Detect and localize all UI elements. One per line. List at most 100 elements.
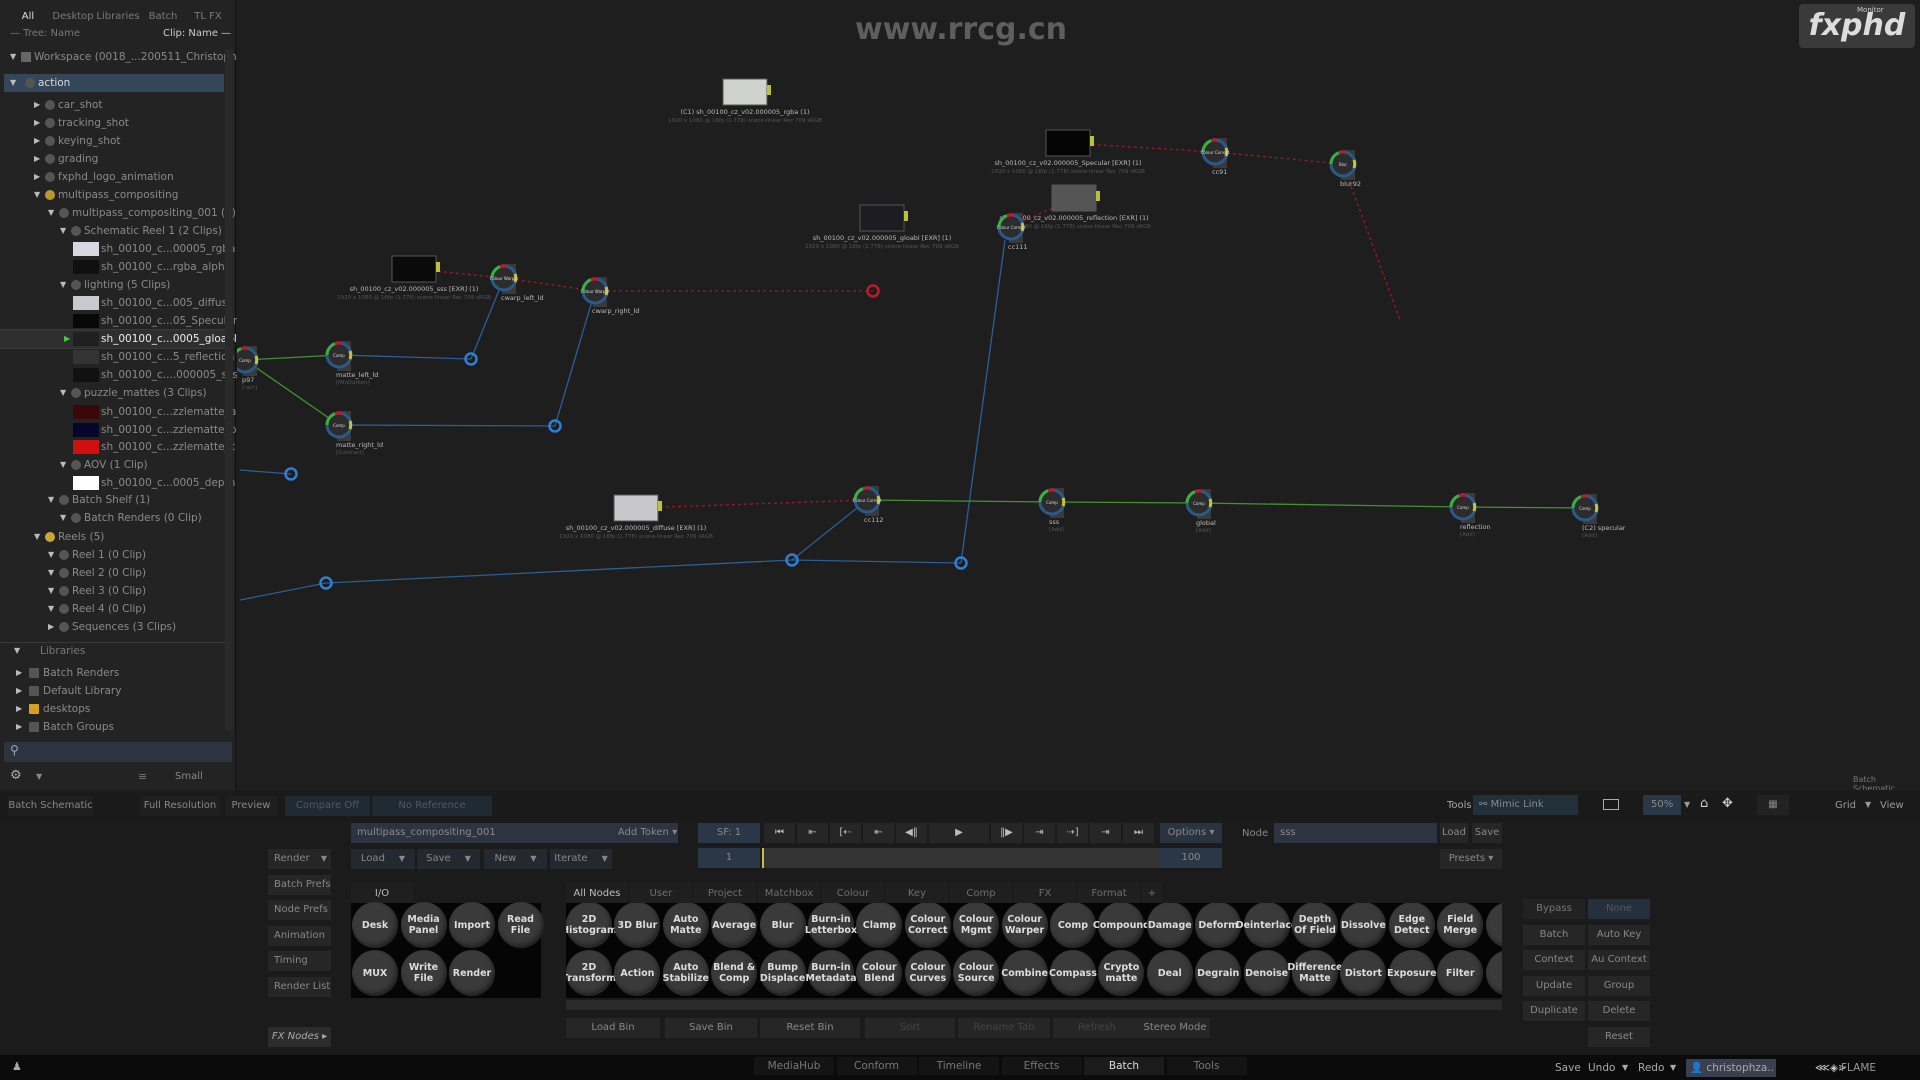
node-graph[interactable]: (C1) sh_00100_cz_v02.000005_rgba (1) 1920…	[237, 0, 1920, 790]
expand-arrow-icon[interactable]: ▼	[10, 48, 16, 66]
tree-sort-label[interactable]: — Tree: Name	[10, 28, 80, 39]
bin-tab-all-nodes[interactable]: All Nodes	[566, 883, 628, 905]
tree-scrollbar[interactable]	[225, 50, 233, 730]
output-socket[interactable]	[1096, 191, 1100, 201]
skip-end-icon[interactable]: ⏭	[1123, 823, 1154, 843]
redo-button[interactable]: Redo	[1638, 1059, 1664, 1077]
node-button-auto-key[interactable]: Auto Key	[1588, 924, 1650, 945]
tree-item[interactable]: ▼ Reel 1 (0 Clip)	[0, 546, 226, 564]
output-socket[interactable]	[767, 85, 771, 95]
fx-node-colour-blend[interactable]: Colour Blend	[856, 950, 903, 996]
blue-link[interactable]	[338, 354, 472, 360]
thumbnail-size-label[interactable]: Small	[175, 771, 203, 782]
node-info[interactable]: 1920 x 1080 @ 16fp (1.778) scene-linear …	[337, 295, 491, 301]
fx-node-auto-matte[interactable]: Auto Matte	[662, 903, 709, 948]
clip-item[interactable]: sh_00100_c...rgba_alpha	[0, 258, 231, 276]
front-socket[interactable]	[1006, 213, 1015, 218]
tool-node-mr[interactable]: Comp matte_right_ld[Subtract]	[325, 411, 383, 456]
expand-arrow-icon[interactable]: ▼	[48, 491, 54, 509]
bin-button-reset-bin[interactable]: Reset Bin	[760, 1018, 860, 1038]
front-socket[interactable]	[240, 346, 249, 351]
prev-key-icon[interactable]: ⇤	[797, 823, 828, 843]
blue-link[interactable]	[791, 499, 868, 561]
expand-arrow-icon[interactable]: ▼	[34, 186, 40, 204]
node-mode[interactable]: [Subtract]	[336, 450, 364, 456]
library-item[interactable]: ▶ Batch Renders	[0, 664, 226, 682]
view-tab-batch-schematic[interactable]: Batch Schematic	[8, 796, 93, 816]
node-mode[interactable]: [Add]	[1460, 532, 1475, 538]
fx-node-deform[interactable]: Deform	[1195, 903, 1242, 948]
library-tab-all[interactable]: All	[6, 6, 50, 28]
node-button-bypass[interactable]: Bypass	[1523, 899, 1585, 919]
output-socket[interactable]	[1090, 136, 1094, 146]
front-socket[interactable]	[334, 341, 343, 346]
fx-node-colour-source[interactable]: Colour Source	[953, 950, 1000, 996]
output-socket[interactable]	[254, 355, 259, 365]
tree-item[interactable]: ▶ car_shot	[0, 96, 226, 114]
library-tab-desktop[interactable]: Desktop	[51, 6, 95, 28]
node-name[interactable]: cc91	[1212, 168, 1227, 176]
node-type[interactable]: Comp	[333, 423, 345, 428]
node-type[interactable]: Comp	[1046, 500, 1058, 505]
collapse-arrow-icon[interactable]: ▶	[34, 168, 40, 186]
view-tab-preview[interactable]: Preview	[225, 796, 277, 816]
red-link[interactable]	[635, 499, 868, 509]
menu-iterate[interactable]: Iterate ▼	[550, 849, 612, 869]
fx-node-average[interactable]: Average	[711, 903, 758, 948]
green-link[interactable]	[1462, 506, 1586, 509]
expand-arrow-icon[interactable]: ▼	[60, 276, 66, 294]
node-name[interactable]: sss	[1049, 518, 1060, 526]
app-tab-effects[interactable]: Effects	[1001, 1057, 1082, 1075]
side-button-render[interactable]: Render ▼	[268, 849, 331, 869]
load-button[interactable]: Load	[1440, 823, 1468, 843]
fx-node-compound[interactable]: Compound	[1093, 903, 1150, 948]
node-button-batch[interactable]: Batch	[1523, 924, 1585, 945]
tree-item[interactable]: ▶ fxphd_logo_animation	[0, 168, 226, 186]
tree-item[interactable]: ▶ grading	[0, 150, 226, 168]
menu-new[interactable]: New ▼	[484, 849, 547, 869]
batch-schematic[interactable]: (C1) sh_00100_cz_v02.000005_rgba (1) 1920…	[237, 0, 1920, 793]
side-button-timing[interactable]: Timing	[268, 951, 331, 971]
fx-node-clamp[interactable]: Clamp	[856, 903, 903, 948]
next-key-icon[interactable]: ⇥	[1090, 823, 1121, 843]
library-item[interactable]: ▶ Default Library	[0, 682, 226, 700]
node-type[interactable]: Comp	[1457, 505, 1469, 510]
bin-button-load-bin[interactable]: Load Bin	[566, 1018, 660, 1038]
side-button-batch-prefs[interactable]: Batch Prefs	[268, 874, 331, 895]
front-socket[interactable]	[862, 486, 871, 491]
node-info[interactable]: 1920 x 1080 @ 16fp (1.778) scene-linear …	[559, 534, 713, 540]
node-button-context[interactable]: Context	[1523, 950, 1585, 970]
expand-arrow-icon[interactable]: ▼	[48, 546, 54, 564]
node-button-group[interactable]: Group	[1588, 975, 1650, 996]
tree-item[interactable]: ▼ multipass_compositing	[0, 186, 226, 204]
clip-thumbnail[interactable]	[613, 494, 659, 522]
collapse-arrow-icon[interactable]: ▶	[34, 96, 40, 114]
node-label[interactable]: sh_00100_cz_v02.000005_gloabl [EXR] (1)	[813, 234, 951, 242]
libraries-header[interactable]: ▼ Libraries	[0, 642, 226, 660]
fx-node-deal[interactable]: Deal	[1146, 950, 1193, 996]
fx-node-g[interactable]: G	[1485, 903, 1502, 948]
red-link[interactable]	[1214, 151, 1344, 165]
presets-dropdown[interactable]: Presets ▾	[1440, 849, 1502, 869]
library-item[interactable]: ▶ Batch Groups	[0, 718, 226, 736]
blue-link[interactable]	[554, 290, 596, 427]
prev-in-icon[interactable]: [⇠	[830, 823, 861, 843]
options-dropdown[interactable]: Options ▾	[1160, 823, 1222, 843]
output-socket[interactable]	[348, 350, 353, 360]
node-name[interactable]: reflection	[1460, 523, 1491, 531]
fx-node-distort[interactable]: Distort	[1340, 950, 1387, 996]
front-socket[interactable]	[1458, 493, 1467, 498]
clip-item[interactable]: sh_00100_c....000005_sss	[0, 366, 238, 384]
clip-item[interactable]: sh_00100_c...00005_rgba	[0, 240, 235, 258]
chevron-down-icon[interactable]: ▼	[1865, 800, 1871, 809]
output-socket[interactable]	[1061, 497, 1066, 507]
node-type[interactable]: Colour Correct	[997, 225, 1026, 230]
library-tab-tl-fx[interactable]: TL FX	[186, 6, 230, 28]
blue-link[interactable]	[791, 559, 962, 564]
front-socket[interactable]	[1047, 488, 1056, 493]
node-label[interactable]: sh_00100_cz_v02.000005_sss [EXR] (1)	[350, 285, 479, 293]
library-tab-libraries[interactable]: Libraries	[96, 6, 140, 28]
output-socket[interactable]	[1594, 503, 1599, 513]
chevron-down-icon[interactable]: ▼	[1684, 800, 1690, 809]
read-node-rgba[interactable]: (C1) sh_00100_cz_v02.000005_rgba (1) 1920…	[668, 78, 822, 124]
